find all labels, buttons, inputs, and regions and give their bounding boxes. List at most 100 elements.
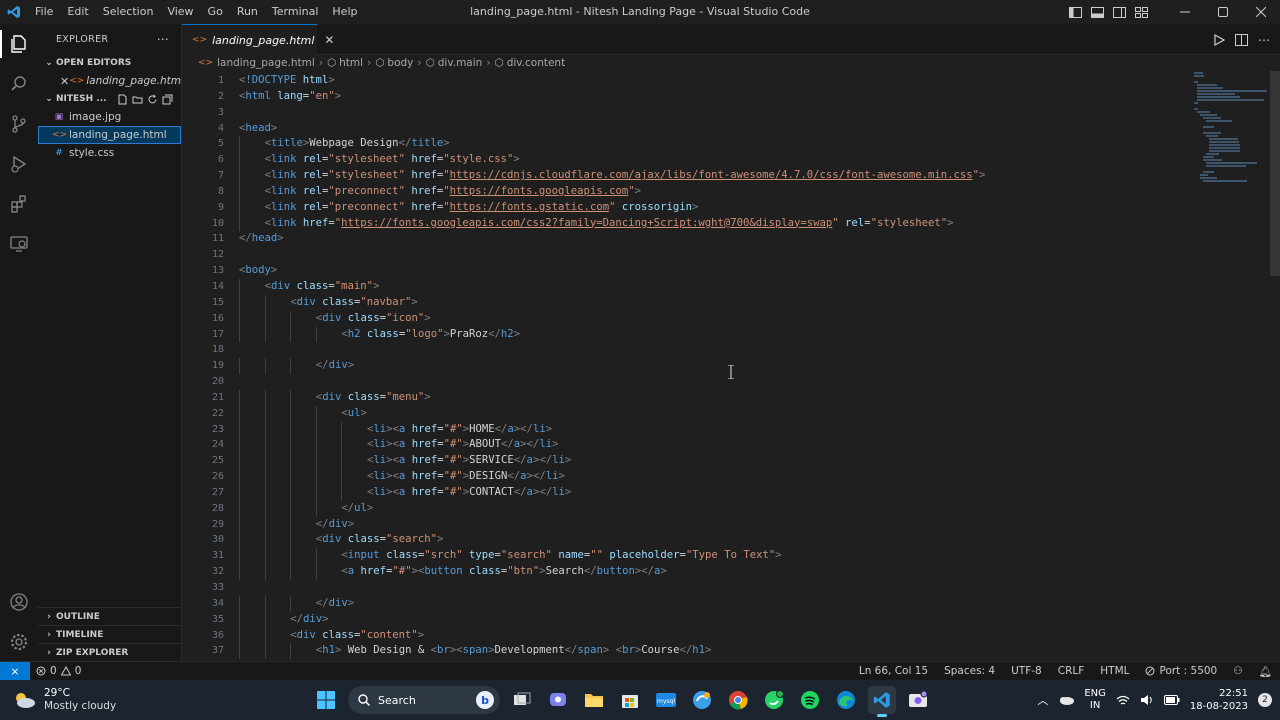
run-icon[interactable] xyxy=(1213,33,1225,46)
refresh-icon[interactable] xyxy=(147,94,158,105)
restore-icon[interactable] xyxy=(1204,0,1242,24)
source-control-icon[interactable] xyxy=(0,104,38,144)
onedrive-cloud-icon[interactable] xyxy=(1058,695,1075,705)
code-line[interactable]: <h1> Web Design & <br><span>Development<… xyxy=(239,643,1179,660)
open-editors-section[interactable]: ⌄ OPEN EDITORS xyxy=(38,54,181,72)
run-debug-icon[interactable] xyxy=(0,144,38,184)
spotify-icon[interactable] xyxy=(796,686,824,714)
search-icon[interactable] xyxy=(0,64,38,104)
file-item-style[interactable]: # style.css xyxy=(38,144,181,162)
code-line[interactable]: <link rel="preconnect" href="https://fon… xyxy=(239,183,1179,200)
vertical-scrollbar[interactable] xyxy=(1270,71,1280,276)
code-line[interactable]: <!DOCTYPE html> xyxy=(239,73,1179,89)
code-line[interactable]: <link rel="stylesheet" href="https://cdn… xyxy=(239,168,1179,184)
cursor-position[interactable]: Ln 66, Col 15 xyxy=(851,665,936,677)
code-line[interactable]: <li><a href="#">HOME</a></li> xyxy=(239,421,1179,438)
anaconda-navigator-icon[interactable] xyxy=(688,686,716,714)
menu-run[interactable]: Run xyxy=(230,0,265,24)
code-line[interactable]: <link rel="preconnect" href="https://fon… xyxy=(239,199,1179,216)
zip-explorer-section[interactable]: › ZIP EXPLORER xyxy=(38,643,182,661)
toggle-panel-icon[interactable] xyxy=(1086,0,1108,24)
code-line[interactable]: <div class="icon"> xyxy=(239,310,1179,327)
toggle-secondary-sidebar-icon[interactable] xyxy=(1108,0,1130,24)
encoding[interactable]: UTF-8 xyxy=(1003,665,1050,677)
file-item-image[interactable]: ▣ image.jpg xyxy=(38,108,181,126)
code-line[interactable]: <head> xyxy=(239,121,1179,137)
code-line[interactable]: <ul> xyxy=(239,405,1179,422)
wifi-icon[interactable] xyxy=(1116,695,1130,706)
code-line[interactable]: </ul> xyxy=(239,500,1179,517)
breadcrumb-div-main[interactable]: div.main xyxy=(438,57,483,69)
breadcrumb-body[interactable]: body xyxy=(387,57,413,69)
collapse-all-icon[interactable] xyxy=(162,94,173,105)
code-line[interactable]: <li><a href="#">ABOUT</a></li> xyxy=(239,437,1179,454)
code-line[interactable]: <title>Webpage Design</title> xyxy=(239,136,1179,153)
taskbar-search[interactable]: Search b xyxy=(348,686,500,714)
vscode-taskbar-icon[interactable] xyxy=(868,686,896,717)
live-server-port[interactable]: Port : 5500 xyxy=(1137,665,1225,677)
remote-explorer-icon[interactable] xyxy=(0,224,38,264)
code-line[interactable]: <div class="navbar"> xyxy=(239,294,1179,311)
end-of-line[interactable]: CRLF xyxy=(1050,665,1093,677)
code-line[interactable]: <html lang="en"> xyxy=(239,89,1179,105)
file-explorer-icon[interactable] xyxy=(580,686,608,714)
menu-view[interactable]: View xyxy=(160,0,200,24)
code-line[interactable]: <a href="#"><button class="btn">Search</… xyxy=(239,564,1179,580)
problems-indicator[interactable]: 0 0 xyxy=(36,665,81,677)
split-editor-icon[interactable] xyxy=(1235,33,1248,46)
code-line[interactable] xyxy=(239,105,1179,121)
remote-indicator-icon[interactable]: ⨯ xyxy=(0,661,30,681)
close-window-icon[interactable] xyxy=(1242,0,1280,24)
microsoft-store-icon[interactable] xyxy=(616,686,644,714)
manage-gear-icon[interactable] xyxy=(0,622,38,662)
folder-section[interactable]: ⌄ NITESH ... xyxy=(38,90,181,108)
new-folder-icon[interactable] xyxy=(132,94,143,105)
azure-data-studio-icon[interactable]: mysql xyxy=(652,686,680,714)
code-editor[interactable]: 1 2 3 4 5 6 7 8 9 10 11 12 13 14 15 16 17 18 19 20 21 22 23 24 2… xyxy=(182,71,1280,661)
menu-go[interactable]: Go xyxy=(201,0,230,24)
code-line[interactable]: </head> xyxy=(239,231,1179,247)
customize-layout-icon[interactable] xyxy=(1130,0,1152,24)
minimap[interactable] xyxy=(1194,71,1267,191)
code-line[interactable]: <body> xyxy=(239,263,1179,279)
code-line[interactable]: <div class="menu"> xyxy=(239,389,1179,406)
code-line[interactable]: <link rel="stylesheet" href="style.css"> xyxy=(239,152,1179,169)
breadcrumb-file[interactable]: landing_page.html xyxy=(217,57,315,69)
screen-recorder-icon[interactable] xyxy=(904,686,932,714)
code-line[interactable]: <div class="main"> xyxy=(239,278,1179,295)
vscode-logo-icon[interactable] xyxy=(0,0,28,24)
accounts-icon[interactable] xyxy=(0,582,38,622)
code-line[interactable]: <h2 class="logo">PraRoz</h2> xyxy=(239,326,1179,343)
notifications-bell-icon[interactable]: 🔔︎ xyxy=(1251,665,1280,678)
input-language[interactable]: ENG IN xyxy=(1084,688,1106,712)
open-editor-item[interactable]: ✕ <> landing_page.html xyxy=(38,72,181,90)
language-mode[interactable]: HTML xyxy=(1092,665,1137,677)
code-line[interactable]: <link href="https://fonts.googleapis.com… xyxy=(239,215,1179,232)
battery-icon[interactable] xyxy=(1163,695,1180,705)
menu-help[interactable]: Help xyxy=(325,0,364,24)
close-icon[interactable]: ✕ xyxy=(60,75,69,88)
notification-badge[interactable]: 2 xyxy=(1258,693,1272,707)
editor-more-icon[interactable]: ⋯ xyxy=(1258,33,1270,47)
code-line[interactable]: <li><a href="#">SERVICE</a></li> xyxy=(239,453,1179,470)
code-lines[interactable]: <!DOCTYPE html> <html lang="en"> <head> <ti… xyxy=(239,73,1179,660)
code-line[interactable]: <li><a href="#">DESIGN</a></li> xyxy=(239,469,1179,485)
breadcrumb-div-content[interactable]: div.content xyxy=(507,57,566,69)
code-line[interactable]: </div> xyxy=(239,516,1179,533)
code-line[interactable] xyxy=(239,247,1179,263)
whatsapp-icon[interactable] xyxy=(760,686,788,714)
minimize-icon[interactable] xyxy=(1166,0,1204,24)
menu-file[interactable]: File xyxy=(28,0,60,24)
explorer-icon[interactable] xyxy=(0,24,38,64)
timeline-section[interactable]: › TIMELINE xyxy=(38,625,182,643)
weather-widget[interactable]: 29°C Mostly cloudy xyxy=(12,680,116,720)
code-line[interactable]: <li><a href="#">CONTACT</a></li> xyxy=(239,484,1179,501)
new-file-icon[interactable] xyxy=(117,94,128,105)
code-line[interactable]: </div> xyxy=(239,358,1179,375)
code-line[interactable]: <div class="search"> xyxy=(239,532,1179,549)
more-actions-icon[interactable]: ⋯ xyxy=(157,32,169,46)
code-line[interactable]: </div> xyxy=(239,595,1179,612)
code-line[interactable]: <input class="srch" type="search" name="… xyxy=(239,548,1179,565)
toggle-sidebar-icon[interactable] xyxy=(1064,0,1086,24)
code-line[interactable]: </div> xyxy=(239,611,1179,628)
